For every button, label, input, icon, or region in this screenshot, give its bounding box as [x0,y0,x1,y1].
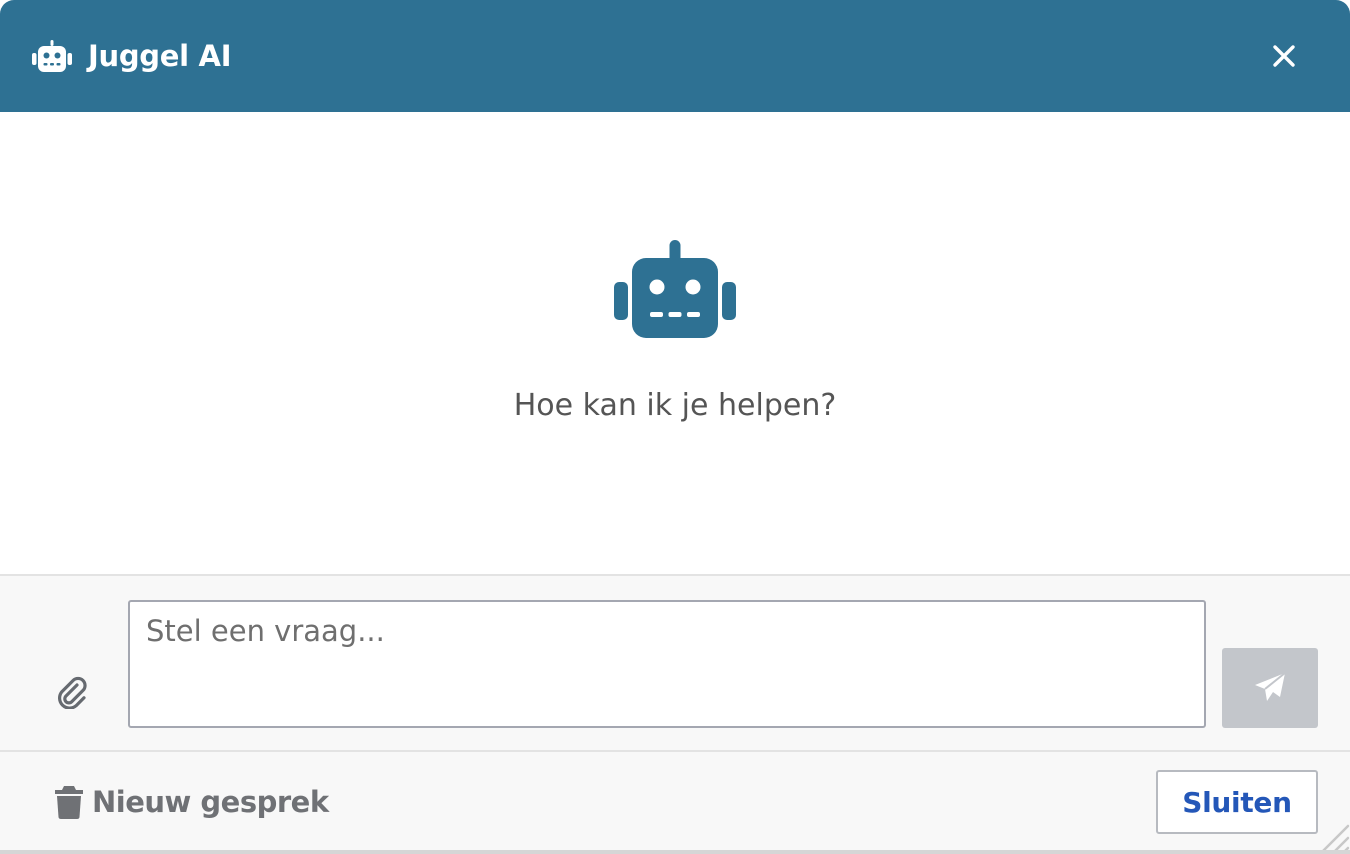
robot-icon [32,40,72,72]
bottom-border [0,850,1350,854]
paper-plane-icon [1255,672,1286,701]
dialog-title: Juggel AI [88,39,232,73]
send-button[interactable] [1222,648,1318,728]
question-input[interactable] [128,600,1206,728]
new-chat-button[interactable]: Nieuw gesprek [54,782,329,822]
dialog-header: Juggel AI [0,0,1350,112]
chat-dialog: Juggel AI Hoe kan ik je helpen? Stel een… [0,0,1350,854]
trash-icon [55,786,83,819]
dialog-footer: Nieuw gesprek Sluiten [0,752,1350,854]
attach-file-button[interactable] [50,670,94,714]
message-composer [0,574,1350,752]
sluiten-button[interactable]: Sluiten [1156,770,1318,834]
new-chat-label: Nieuw gesprek [92,785,329,819]
chat-messages-area: Hoe kan ik je helpen? [0,112,1350,574]
close-button[interactable] [1264,36,1304,76]
robot-icon [614,240,736,338]
greeting-text: Hoe kan ik je helpen? [513,388,837,423]
close-icon [1273,45,1295,67]
paperclip-icon [58,676,87,709]
resize-handle-icon[interactable] [1310,814,1350,854]
